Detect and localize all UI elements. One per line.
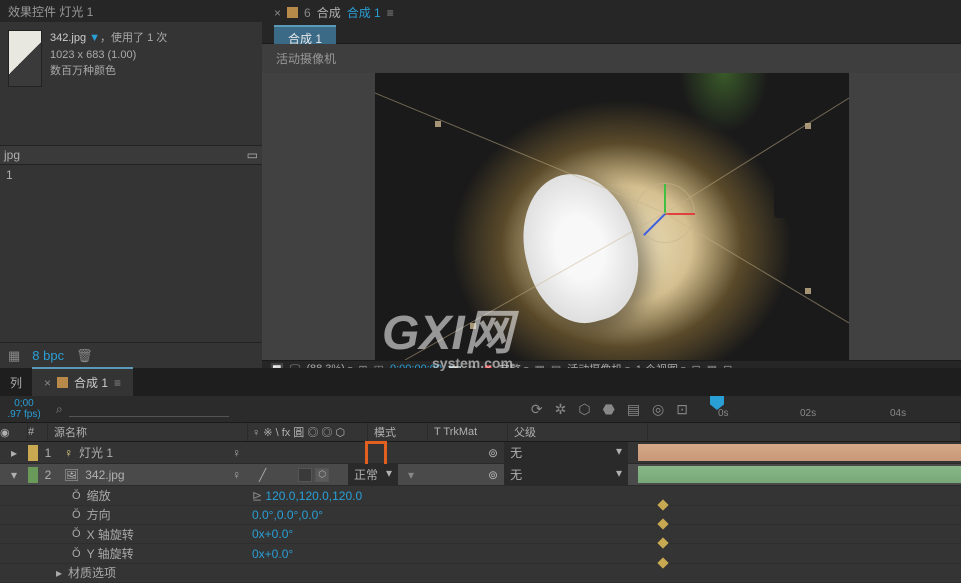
project-footer: ▦ 8 bpc 🗑 (0, 342, 262, 368)
tl-tab-other[interactable]: 列 (0, 369, 32, 396)
project-panel: 效果控件 灯光 1 342.jpg ▼，使用了 1 次 1023 x 683 (… (0, 0, 262, 368)
comp-icon (287, 7, 298, 18)
viewport[interactable]: GXI网 system.com (262, 73, 961, 360)
stopwatch-icon[interactable]: Ŏ (72, 490, 81, 502)
property-value[interactable]: 120.0,120.0,120.0 (265, 489, 362, 503)
project-item[interactable]: 342.jpg ▼，使用了 1 次 1023 x 683 (1.00) 数百万种… (0, 22, 262, 95)
timecode-display[interactable]: 0;00 .97 fps) (0, 396, 48, 422)
draft3d-icon[interactable]: ⬡ (578, 401, 590, 418)
graph-icon[interactable]: ▤ (627, 401, 640, 418)
3d-switch[interactable]: ⬡ (315, 468, 329, 482)
property-value[interactable]: 0x+0.0° (248, 527, 648, 541)
comp-icon (57, 377, 68, 388)
frame-blend-icon[interactable]: ⬣ (603, 401, 615, 418)
composition-panel: × 6 合成 合成 1 ≡ 合成 1 活动摄像机 (262, 0, 961, 368)
material-options[interactable]: ▸材质选项 (0, 564, 961, 583)
expand-icon[interactable]: ⊡ (676, 401, 688, 418)
trash-icon[interactable]: 🗑 (76, 348, 93, 364)
timeline-panel: 列 × 合成 1 ≡ 0;00 .97 fps) ⌕ ⟳ ✲ ⬡ ⬣ ▤ ◎ ⊡… (0, 368, 961, 583)
property-orientation[interactable]: Ŏ方向 0.0°,0.0°,0.0° (0, 506, 961, 525)
label-color[interactable] (28, 445, 38, 461)
interpret-icon[interactable]: ▦ (8, 348, 20, 364)
label-icon[interactable]: ▭ (247, 148, 258, 162)
3d-gizmo[interactable] (635, 183, 695, 243)
property-x-rotation[interactable]: ŎX 轴旋转 0x+0.0° (0, 525, 961, 544)
pickwhip-icon[interactable]: ⊚ (488, 446, 498, 460)
project-info: 342.jpg ▼，使用了 1 次 1023 x 683 (1.00) 数百万种… (50, 30, 167, 87)
layer-row-1[interactable]: ▸ 1 ♀灯光 1 ♀ ⊚ 无▾ (0, 442, 961, 464)
parent-dropdown[interactable]: 无▾ (504, 442, 628, 463)
search-input[interactable] (69, 402, 229, 417)
project-list-header: jpg ▭ (0, 145, 262, 165)
stopwatch-icon[interactable]: Ŏ (72, 528, 81, 540)
property-value[interactable]: 0.0°,0.0°,0.0° (248, 508, 648, 522)
switch-box[interactable] (298, 468, 312, 482)
layer-row-2[interactable]: ▾ 2 🖼342.jpg ♀ ╱ ⬡ 正常▾ ▾ ⊚ 无▾ (0, 464, 961, 486)
bpc-toggle[interactable]: 8 bpc (32, 348, 64, 363)
twirl-icon[interactable]: ▸ (11, 446, 17, 460)
twirl-icon[interactable]: ▾ (11, 468, 17, 482)
property-scale[interactable]: Ŏ缩放 ⊵ 120.0,120.0,120.0 (0, 486, 961, 505)
layer-bar[interactable] (638, 466, 961, 483)
twirl-icon[interactable]: ▸ (56, 566, 62, 580)
eye-icon[interactable]: ◉ (0, 426, 10, 439)
time-ruler[interactable]: 0s 02s 04s (700, 396, 961, 422)
motion-blur-icon[interactable]: ✲ (555, 401, 567, 418)
shy-icon[interactable]: ⟳ (531, 401, 543, 418)
stopwatch-icon[interactable]: Ŏ (72, 509, 81, 521)
project-thumbnail (8, 30, 42, 87)
light-icon: ♀ (64, 446, 73, 460)
watermark: GXI网 system.com (382, 293, 513, 371)
property-value[interactable]: 0x+0.0° (248, 547, 648, 561)
tl-tab-comp[interactable]: × 合成 1 ≡ (32, 367, 133, 396)
active-camera-label: 活动摄像机 (262, 44, 961, 73)
label-color[interactable] (28, 467, 38, 483)
project-list-row[interactable]: 1 (0, 165, 262, 185)
search-icon: ⌕ (56, 402, 63, 417)
render-icon[interactable]: ◎ (652, 401, 664, 418)
property-y-rotation[interactable]: ŎY 轴旋转 0x+0.0° (0, 544, 961, 563)
parent-dropdown[interactable]: 无▾ (504, 464, 628, 485)
layer-bar[interactable] (638, 444, 961, 461)
effects-tab[interactable]: 效果控件 灯光 1 (0, 0, 262, 22)
pickwhip-icon[interactable]: ⊚ (488, 468, 498, 482)
column-headers: ◉ # 源名称 ♀ ※ \ fx 圓 ◎ ◎ ⬡ 模式 T TrkMat 父级 (0, 423, 961, 442)
image-icon: 🖼 (64, 468, 79, 482)
comp-breadcrumb: × 6 合成 合成 1 ≡ (262, 0, 961, 25)
blend-mode-dropdown[interactable]: 正常▾ (348, 464, 398, 485)
stopwatch-icon[interactable]: Ŏ (72, 548, 81, 560)
